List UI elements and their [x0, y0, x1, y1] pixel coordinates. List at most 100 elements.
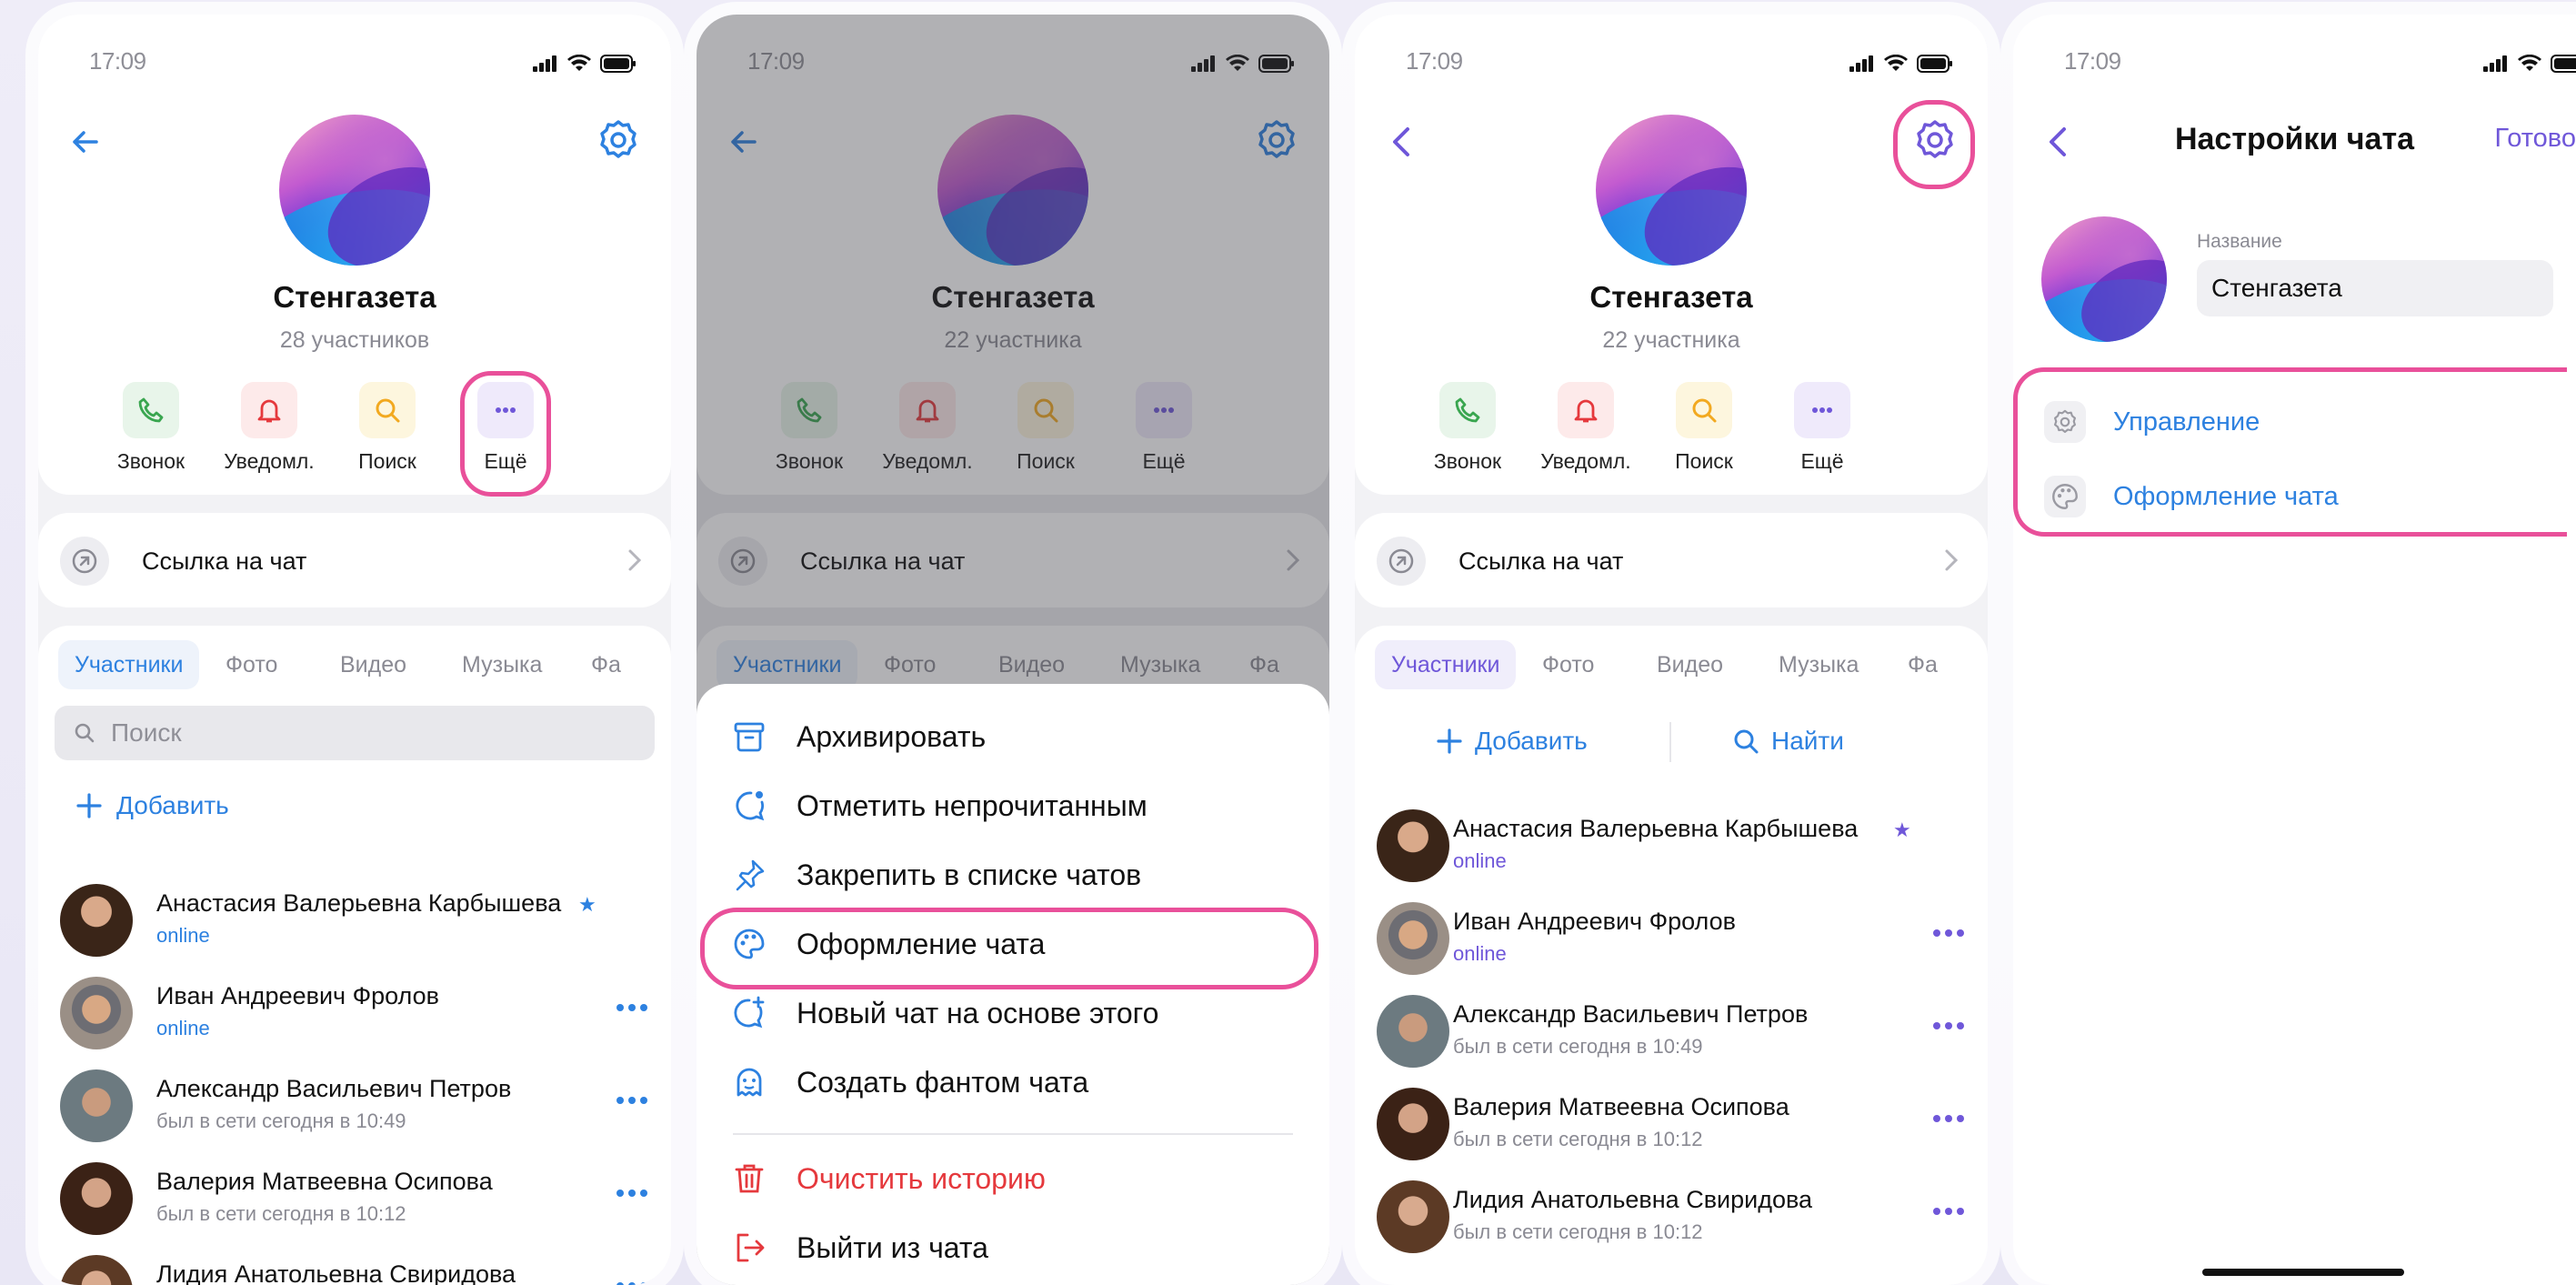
find-member-button[interactable]: Найти	[1731, 717, 1844, 766]
tab-music[interactable]: Музыка	[1762, 640, 1875, 689]
chat-title: Стенгазета	[273, 280, 436, 314]
add-member-label: Добавить	[1475, 727, 1588, 755]
list-item[interactable]: Анастасия Валерьевна Карбышева ★ online	[1355, 802, 1988, 889]
stage: 17:09 Стенгазета 28 участников Звонок Ув…	[0, 0, 2576, 1285]
done-button[interactable]: Готово	[2494, 124, 2576, 154]
phone-chat-settings: 17:09 Настройки чата Готово Название Сте…	[2013, 15, 2576, 1285]
members-section: Участники Фото Видео Музыка Фа Поиск Доб…	[38, 626, 671, 1285]
menu-item-new-chat[interactable]: Новый чат на основе этого	[727, 986, 1311, 1040]
menu-item-leave[interactable]: Выйти из чата	[727, 1220, 1311, 1275]
menu-item-pin[interactable]: Закрепить в списке чатов	[727, 848, 1311, 902]
add-member-button[interactable]: Добавить	[75, 786, 229, 826]
wifi-icon	[1884, 55, 1908, 71]
more-icon[interactable]	[616, 1190, 647, 1197]
page-title: Настройки чата	[2174, 122, 2415, 156]
ghost-icon	[737, 1068, 762, 1097]
list-item[interactable]: Лидия Анатольевна Свиридова был в сети с…	[1355, 1173, 1988, 1260]
tab-members[interactable]: Участники	[1375, 640, 1517, 689]
profile-header: 17:09 Стенгазета 28 участников Звонок Ув…	[38, 15, 671, 497]
archive-icon	[734, 722, 765, 752]
list-item[interactable]: Александр Васильевич Петров был в сети с…	[1355, 988, 1988, 1075]
tab-photo[interactable]: Фото	[1526, 640, 1610, 689]
status-time: 17:09	[2064, 47, 2121, 75]
home-indicator	[2202, 1269, 2404, 1276]
tab-files[interactable]: Фа	[1891, 640, 1954, 689]
add-member-button[interactable]: Добавить	[1435, 717, 1588, 766]
list-item[interactable]: Лидия Анатольевна Свиридова	[38, 1248, 671, 1285]
chat-link-row[interactable]: Ссылка на чат	[1355, 513, 1988, 607]
list-item[interactable]: Анастасия Валерьевна Карбышева ★ online	[38, 877, 671, 964]
avatar	[1377, 995, 1449, 1068]
call-button[interactable]: Звонок	[1413, 382, 1522, 474]
member-name: Иван Андреевич Фролов	[156, 982, 439, 1009]
status-bar: 17:09	[2013, 47, 2576, 84]
menu-item-archive[interactable]: Архивировать	[727, 709, 1311, 764]
avatar	[1377, 1180, 1449, 1253]
member-name: Лидия Анатольевна Свиридова	[156, 1260, 516, 1285]
list-item[interactable]: Иван Андреевич Фролов online	[38, 969, 671, 1057]
more-icon[interactable]	[1933, 1208, 1964, 1215]
notifications-button[interactable]: Уведомл.	[1531, 382, 1640, 474]
phone-icon	[138, 397, 164, 423]
notifications-button[interactable]: Уведомл.	[215, 382, 324, 474]
back-arrow-icon[interactable]	[65, 122, 105, 162]
context-menu-sheet: Архивировать Отметить непрочитанным Закр…	[697, 684, 1329, 1285]
phone-profile: 17:09 Стенгазета 28 участников Звонок Ув…	[38, 15, 671, 1285]
more-icon[interactable]	[616, 1097, 647, 1104]
search-label: Поиск	[1675, 449, 1733, 473]
back-chevron-icon[interactable]	[1382, 122, 1422, 162]
status-time: 17:09	[1406, 47, 1463, 75]
wifi-icon	[2518, 55, 2541, 71]
chat-avatar[interactable]	[2041, 216, 2167, 342]
menu-item-label: Отметить непрочитанным	[797, 788, 1148, 822]
list-item[interactable]: Валерия Матвеевна Осипова был в сети сег…	[38, 1155, 671, 1242]
menu-item-label: Новый чат на основе этого	[797, 996, 1159, 1029]
tab-files[interactable]: Фа	[575, 640, 637, 689]
chat-members-count: 22 участника	[1602, 327, 1740, 353]
member-name: Иван Андреевич Фролов	[1453, 908, 1736, 935]
menu-item-phantom[interactable]: Создать фантом чата	[727, 1055, 1311, 1109]
menu-item-mark-unread[interactable]: Отметить непрочитанным	[727, 778, 1311, 833]
members-search[interactable]: Поиск	[55, 706, 655, 760]
chat-name-value: Стенгазета	[2211, 274, 2342, 302]
more-label: Ещё	[1800, 449, 1844, 473]
avatar	[60, 884, 133, 957]
search-button[interactable]: Поиск	[1649, 382, 1759, 474]
status-time: 17:09	[89, 47, 146, 75]
bell-icon	[1574, 399, 1598, 423]
phone-profile-settings: 17:09 Стенгазета 22 участника Звонок Уве…	[1355, 15, 1988, 1285]
tab-members[interactable]: Участники	[58, 640, 200, 689]
battery-icon	[2551, 55, 2576, 73]
status-icons	[533, 55, 636, 73]
leave-icon	[737, 1233, 765, 1262]
chat-name-input[interactable]: Стенгазета	[2197, 260, 2553, 316]
more-button[interactable]: Ещё	[1768, 382, 1877, 474]
more-icon[interactable]	[616, 1004, 647, 1011]
menu-item-clear-history[interactable]: Очистить историю	[727, 1151, 1311, 1206]
member-name: Анастасия Валерьевна Карбышева	[156, 889, 562, 917]
list-item[interactable]: Валерия Матвеевна Осипова был в сети сег…	[1355, 1080, 1988, 1168]
member-status: online	[1453, 849, 1507, 872]
highlight-settings-items	[2013, 367, 2567, 537]
action-bar: Звонок Уведомл. Поиск Ещё	[38, 382, 671, 491]
search-placeholder: Поиск	[111, 718, 182, 747]
gear-icon[interactable]	[593, 115, 644, 166]
call-button[interactable]: Звонок	[96, 382, 205, 474]
tab-music[interactable]: Музыка	[446, 640, 558, 689]
tab-video[interactable]: Видео	[1640, 640, 1739, 689]
search-icon	[1734, 729, 1759, 754]
list-item[interactable]: Александр Васильевич Петров был в сети с…	[38, 1062, 671, 1149]
chat-link-row[interactable]: Ссылка на чат	[38, 513, 671, 607]
more-icon[interactable]	[1933, 1022, 1964, 1029]
avatar	[60, 977, 133, 1049]
search-icon	[75, 723, 95, 743]
list-item[interactable]: Иван Андреевич Фролов online	[1355, 895, 1988, 982]
tab-photo[interactable]: Фото	[209, 640, 294, 689]
more-icon[interactable]	[1933, 929, 1964, 937]
search-icon	[376, 398, 400, 423]
status-bar: 17:09	[1355, 47, 1988, 84]
add-member-label: Добавить	[116, 791, 229, 819]
search-button[interactable]: Поиск	[333, 382, 442, 474]
more-icon[interactable]	[1933, 1115, 1964, 1122]
tab-video[interactable]: Видео	[324, 640, 423, 689]
